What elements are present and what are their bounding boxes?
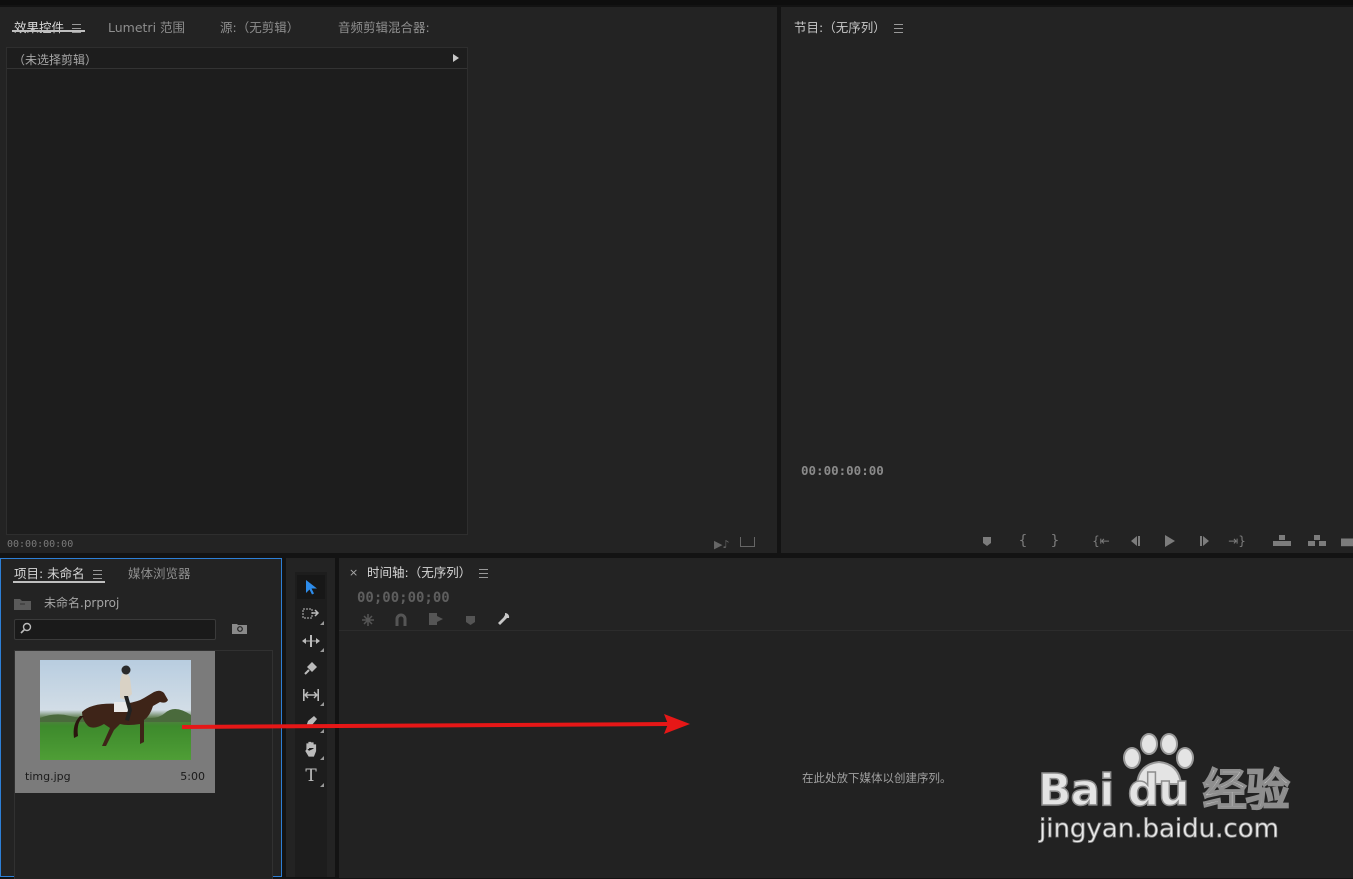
tab-project[interactable]: 项目: 未命名 (14, 563, 102, 582)
tab-lumetri-scopes[interactable]: Lumetri 范围 (108, 17, 185, 36)
panel-menu-icon[interactable] (893, 24, 903, 33)
vertical-divider (777, 7, 781, 553)
find-icon[interactable] (232, 623, 247, 637)
tab-timeline[interactable]: 时间轴:（无序列） (367, 562, 489, 581)
program-monitor-panel: 节目:（无序列） 00:00:00:00 { } {⇤ ⇥} (781, 7, 1353, 553)
panel-menu-icon[interactable] (92, 570, 102, 579)
razor-tool-icon[interactable] (297, 656, 325, 680)
project-panel: 项目: 未命名 媒体浏览器 未命名.prproj timg.jpg 5:00 (0, 558, 282, 879)
export-frame-icon[interactable] (740, 537, 755, 547)
ripple-edit-tool-icon[interactable] (297, 629, 325, 653)
effects-clip-area: （未选择剪辑） (6, 47, 468, 535)
slip-tool-icon[interactable] (297, 683, 325, 707)
tab-media-browser[interactable]: 媒体浏览器 (128, 563, 191, 582)
hand-tool-icon[interactable] (297, 737, 325, 761)
timeline-timecode: 00;00;00;00 (357, 590, 450, 606)
step-forward-icon[interactable] (1194, 531, 1216, 551)
go-to-in-icon[interactable]: {⇤ (1090, 531, 1112, 551)
add-marker-icon[interactable] (976, 531, 998, 551)
pen-tool-icon[interactable] (297, 710, 325, 734)
mark-in-icon[interactable]: { (1012, 531, 1034, 551)
extract-icon[interactable] (1306, 531, 1328, 551)
media-list-area: timg.jpg 5:00 (14, 650, 273, 879)
play-clip-triangle-icon[interactable] (453, 54, 459, 62)
timeline-panel: × 时间轴:（无序列） 00;00;00;00 在此处放下媒体以创建序列。 (339, 558, 1353, 878)
effects-timecode: 00:00:00:00 (7, 539, 74, 550)
add-marker-icon[interactable] (466, 615, 475, 629)
media-item-name: timg.jpg (25, 770, 71, 783)
media-thumbnail-image[interactable] (40, 660, 191, 760)
lift-icon[interactable] (1271, 531, 1293, 551)
go-to-out-icon[interactable]: ⇥} (1226, 531, 1248, 551)
tab-source[interactable]: 源:（无剪辑） (220, 17, 299, 36)
export-frame-icon[interactable] (1341, 531, 1353, 551)
step-back-icon[interactable] (1124, 531, 1146, 551)
search-icon (20, 622, 32, 637)
insert-nest-icon[interactable] (361, 613, 375, 630)
horizontal-divider (0, 553, 1353, 558)
active-tab-underline (13, 581, 105, 583)
search-field[interactable] (14, 619, 216, 640)
tab-program[interactable]: 节目:（无序列） (794, 17, 903, 36)
bin-icon (14, 597, 31, 613)
drop-media-hint: 在此处放下媒体以创建序列。 (802, 771, 952, 785)
play-icon[interactable] (1159, 531, 1181, 551)
timeline-track-area[interactable]: 在此处放下媒体以创建序列。 (339, 630, 1353, 878)
selection-tool-icon[interactable] (297, 575, 325, 599)
export-audio-icon[interactable]: ▶♪ (714, 538, 729, 551)
program-timecode: 00:00:00:00 (801, 463, 884, 478)
close-icon[interactable]: × (349, 566, 358, 579)
type-tool-icon[interactable]: T (297, 764, 325, 788)
active-tab-underline (12, 30, 85, 32)
project-file-name: 未命名.prproj (44, 596, 120, 610)
tab-effects-controls[interactable]: 效果控件 (14, 17, 82, 36)
snap-magnet-icon[interactable] (395, 613, 407, 630)
track-select-tool-icon[interactable] (297, 602, 325, 626)
mark-out-icon[interactable]: } (1044, 531, 1066, 551)
panel-menu-icon[interactable] (479, 569, 489, 578)
tab-audio-clip-mixer[interactable]: 音频剪辑混合器: (338, 17, 430, 36)
effects-controls-panel: 效果控件 Lumetri 范围 源:（无剪辑） 音频剪辑混合器: （未选择剪辑）… (0, 7, 777, 553)
search-input[interactable] (35, 620, 207, 637)
media-item-duration: 5:00 (180, 770, 205, 783)
wrench-settings-icon[interactable] (496, 612, 511, 630)
linked-selection-icon[interactable] (428, 612, 444, 629)
clip-header: （未选择剪辑） (7, 48, 467, 69)
no-clip-selected-label: （未选择剪辑） (13, 53, 98, 67)
media-item-card[interactable]: timg.jpg 5:00 (15, 651, 215, 793)
